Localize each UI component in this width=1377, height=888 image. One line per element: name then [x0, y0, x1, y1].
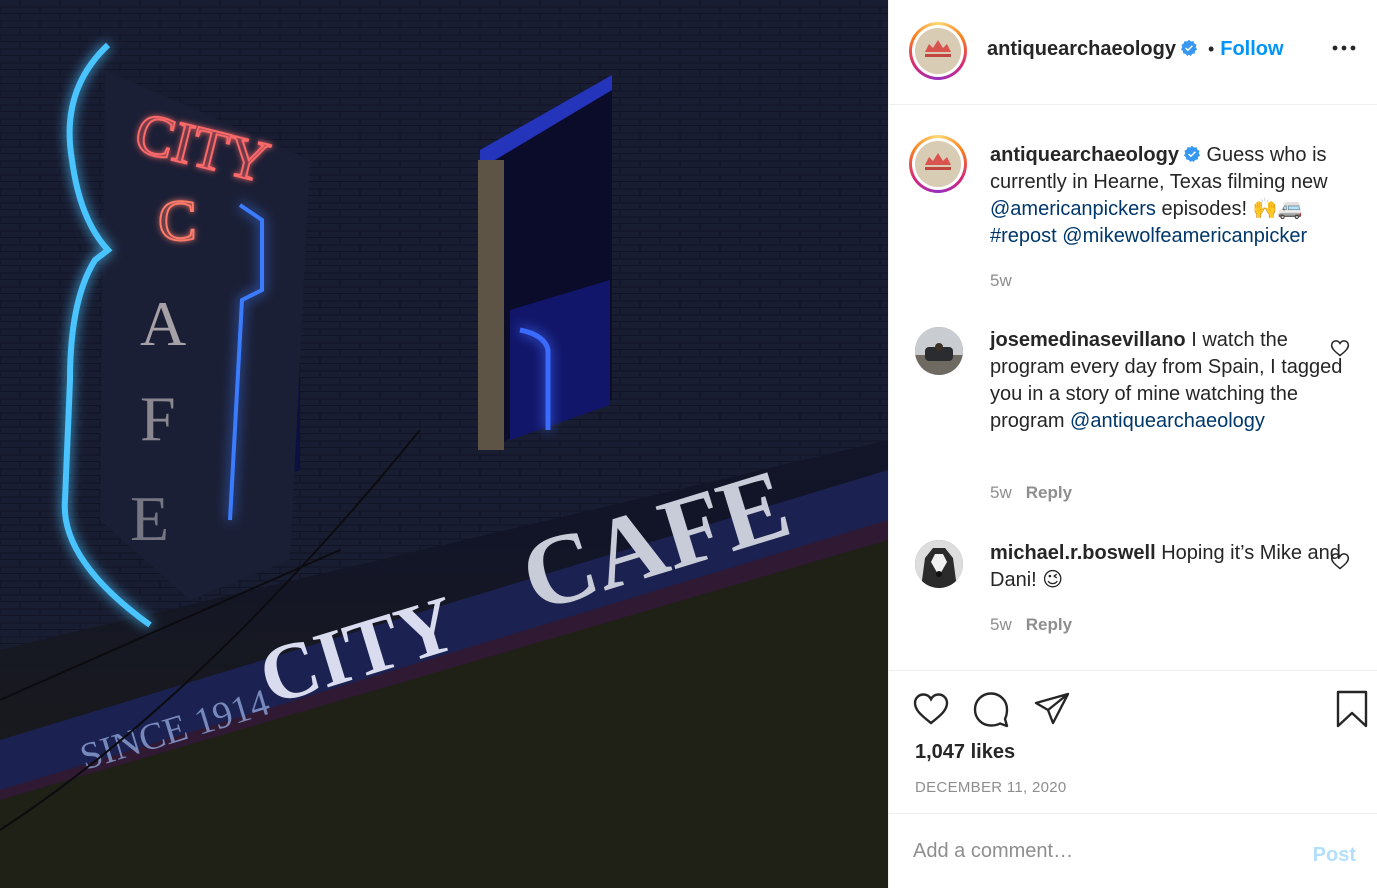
verified-badge-icon — [1183, 145, 1201, 162]
mention-antiquearchaeology[interactable]: @antiquearchaeology — [1070, 410, 1265, 432]
mention-mikewolfeamericanpicker[interactable]: @mikewolfeamericanpicker — [1062, 225, 1307, 247]
post-photo[interactable]: CITY C A F E SINCE 1914 CITY CAFE — [0, 0, 888, 888]
commenter-avatar[interactable] — [915, 327, 963, 375]
comments-list[interactable]: antiquearchaeology Guess who is currentl… — [889, 105, 1377, 670]
caption-text: antiquearchaeology Guess who is currentl… — [990, 142, 1350, 250]
caption-emoji: 🙌🚐 — [1252, 198, 1303, 220]
sign-letter-a: A — [140, 288, 186, 359]
comment-username[interactable]: michael.r.boswell — [990, 542, 1156, 564]
caption-author-avatar[interactable] — [909, 135, 967, 193]
follow-button[interactable]: Follow — [1220, 38, 1283, 60]
comment-bubble-icon[interactable] — [971, 689, 1011, 729]
city-cafe-neon-photo: CITY C A F E SINCE 1914 CITY CAFE — [0, 0, 888, 888]
post-details-panel: antiquearchaeology • Follow antiquearcha… — [888, 0, 1377, 888]
comment-like-heart-icon[interactable] — [1330, 551, 1350, 571]
comment-username[interactable]: josemedinasevillano — [990, 329, 1186, 351]
sign-letter-e: E — [130, 483, 169, 554]
sign-letter-f: F — [140, 383, 176, 454]
comment-emoji: 😉 — [1042, 569, 1064, 591]
comment-text: josemedinasevillano I watch the program … — [990, 327, 1350, 435]
reply-button[interactable]: Reply — [1026, 483, 1072, 502]
commenter-avatar[interactable] — [915, 540, 963, 588]
neon-letter-c: C — [158, 188, 197, 253]
likes-count[interactable]: 1,047 likes — [915, 741, 1015, 764]
caption-time[interactable]: 5w — [990, 271, 1012, 291]
post-button[interactable]: Post — [1313, 844, 1356, 867]
reply-button[interactable]: Reply — [1026, 615, 1072, 634]
bookmark-icon[interactable] — [1332, 689, 1372, 729]
header-separator: • — [1207, 39, 1215, 59]
verified-badge-icon — [1180, 39, 1198, 56]
comment-like-heart-icon[interactable] — [1330, 338, 1350, 358]
comment-input[interactable] — [913, 836, 1303, 866]
mention-americanpickers[interactable]: @americanpickers — [990, 198, 1156, 220]
caption-body-2: episodes! — [1161, 198, 1248, 220]
post-actions: 1,047 likes DECEMBER 11, 2020 — [889, 670, 1377, 813]
post-header: antiquearchaeology • Follow — [889, 0, 1377, 105]
heart-icon[interactable] — [911, 689, 951, 729]
comment-time[interactable]: 5w — [990, 615, 1012, 634]
comment-text: michael.r.boswell Hoping it’s Mike and D… — [990, 540, 1350, 594]
caption-username[interactable]: antiquearchaeology — [990, 144, 1179, 166]
author-avatar[interactable] — [909, 22, 967, 80]
author-username[interactable]: antiquearchaeology — [987, 38, 1176, 60]
comment-meta: 5w Reply — [990, 483, 1072, 503]
add-comment-bar: Post — [889, 813, 1377, 888]
paper-plane-icon[interactable] — [1032, 689, 1072, 729]
hashtag-repost[interactable]: #repost — [990, 225, 1057, 247]
comment-meta: 5w Reply — [990, 615, 1072, 635]
more-options-icon[interactable] — [1332, 44, 1356, 52]
comment-time[interactable]: 5w — [990, 483, 1012, 502]
post-date: DECEMBER 11, 2020 — [915, 779, 1067, 796]
